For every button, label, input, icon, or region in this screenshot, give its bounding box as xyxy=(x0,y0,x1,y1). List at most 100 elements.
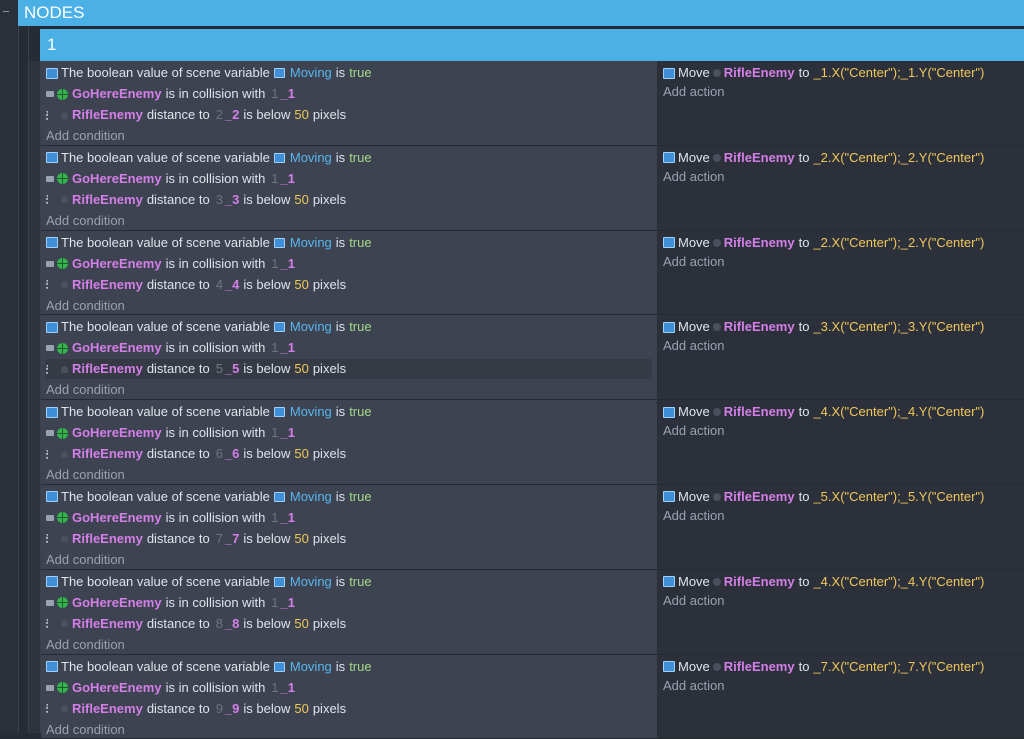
add-condition-button[interactable]: Add condition xyxy=(46,721,125,739)
object-name[interactable]: RifleEnemy xyxy=(724,64,795,82)
position-expression[interactable]: _2.X("Center");_2.Y("Center") xyxy=(813,149,984,167)
target-name[interactable]: _1 xyxy=(281,255,295,273)
condition-collision[interactable]: GoHereEnemy is in collision with 1 _1 xyxy=(46,594,295,612)
target-name[interactable]: _1 xyxy=(281,170,295,188)
target-name[interactable]: _1 xyxy=(281,594,295,612)
object-name[interactable]: RifleEnemy xyxy=(724,488,795,506)
boolean-value[interactable]: true xyxy=(349,573,371,591)
target-name[interactable]: _2 xyxy=(225,106,239,124)
position-expression[interactable]: _1.X("Center");_1.Y("Center") xyxy=(813,64,984,82)
condition-variable[interactable]: The boolean value of scene variable Movi… xyxy=(46,234,372,252)
variable-name[interactable]: Moving xyxy=(290,403,332,421)
add-action-button[interactable]: Add action xyxy=(663,592,724,610)
position-expression[interactable]: _3.X("Center");_3.Y("Center") xyxy=(813,318,984,336)
position-expression[interactable]: _4.X("Center");_4.Y("Center") xyxy=(813,573,984,591)
condition-distance[interactable]: RifleEnemy distance to 7 _7 is below 50 … xyxy=(46,530,346,548)
section-header[interactable]: NODES xyxy=(18,0,1024,26)
condition-distance[interactable]: RifleEnemy distance to 8 _8 is below 50 … xyxy=(46,615,346,633)
object-name[interactable]: GoHereEnemy xyxy=(72,509,162,527)
object-name[interactable]: RifleEnemy xyxy=(72,360,143,378)
condition-distance[interactable]: RifleEnemy distance to 9 _9 is below 50 … xyxy=(46,700,346,718)
target-name[interactable]: _1 xyxy=(281,339,295,357)
action-move[interactable]: Move RifleEnemy to _1.X("Center");_1.Y("… xyxy=(663,64,984,82)
action-move[interactable]: Move RifleEnemy to _5.X("Center");_5.Y("… xyxy=(663,488,984,506)
boolean-value[interactable]: true xyxy=(349,403,371,421)
variable-name[interactable]: Moving xyxy=(290,573,332,591)
variable-name[interactable]: Moving xyxy=(290,234,332,252)
variable-name[interactable]: Moving xyxy=(290,149,332,167)
variable-name[interactable]: Moving xyxy=(290,658,332,676)
position-expression[interactable]: _5.X("Center");_5.Y("Center") xyxy=(813,488,984,506)
object-name[interactable]: RifleEnemy xyxy=(72,106,143,124)
distance-value[interactable]: 50 xyxy=(294,106,308,124)
target-name[interactable]: _6 xyxy=(225,445,239,463)
boolean-value[interactable]: true xyxy=(349,64,371,82)
boolean-value[interactable]: true xyxy=(349,234,371,252)
condition-collision[interactable]: GoHereEnemy is in collision with 1 _1 xyxy=(46,339,295,357)
target-name[interactable]: _1 xyxy=(281,85,295,103)
object-name[interactable]: GoHereEnemy xyxy=(72,85,162,103)
condition-distance[interactable]: RifleEnemy distance to 3 _3 is below 50 … xyxy=(46,191,346,209)
position-expression[interactable]: _4.X("Center");_4.Y("Center") xyxy=(813,403,984,421)
action-move[interactable]: Move RifleEnemy to _4.X("Center");_4.Y("… xyxy=(663,573,984,591)
add-condition-button[interactable]: Add condition xyxy=(46,212,125,230)
condition-distance[interactable]: RifleEnemy distance to 5 _5 is below 50 … xyxy=(46,360,346,378)
condition-variable[interactable]: The boolean value of scene variable Movi… xyxy=(46,318,372,336)
target-name[interactable]: _9 xyxy=(225,700,239,718)
add-action-button[interactable]: Add action xyxy=(663,83,724,101)
object-name[interactable]: GoHereEnemy xyxy=(72,594,162,612)
position-expression[interactable]: _2.X("Center");_2.Y("Center") xyxy=(813,234,984,252)
boolean-value[interactable]: true xyxy=(349,318,371,336)
condition-collision[interactable]: GoHereEnemy is in collision with 1 _1 xyxy=(46,170,295,188)
object-name[interactable]: RifleEnemy xyxy=(724,403,795,421)
object-name[interactable]: GoHereEnemy xyxy=(72,255,162,273)
distance-value[interactable]: 50 xyxy=(294,700,308,718)
object-name[interactable]: RifleEnemy xyxy=(72,700,143,718)
distance-value[interactable]: 50 xyxy=(294,360,308,378)
action-move[interactable]: Move RifleEnemy to _7.X("Center");_7.Y("… xyxy=(663,658,984,676)
target-name[interactable]: _3 xyxy=(225,191,239,209)
condition-distance[interactable]: RifleEnemy distance to 6 _6 is below 50 … xyxy=(46,445,346,463)
add-condition-button[interactable]: Add condition xyxy=(46,466,125,484)
group-header[interactable]: 1 xyxy=(40,29,1024,61)
condition-variable[interactable]: The boolean value of scene variable Movi… xyxy=(46,403,372,421)
object-name[interactable]: RifleEnemy xyxy=(72,445,143,463)
distance-value[interactable]: 50 xyxy=(294,276,308,294)
add-action-button[interactable]: Add action xyxy=(663,422,724,440)
distance-value[interactable]: 50 xyxy=(294,445,308,463)
condition-variable[interactable]: The boolean value of scene variable Movi… xyxy=(46,149,372,167)
target-name[interactable]: _7 xyxy=(225,530,239,548)
condition-collision[interactable]: GoHereEnemy is in collision with 1 _1 xyxy=(46,255,295,273)
action-move[interactable]: Move RifleEnemy to _4.X("Center");_4.Y("… xyxy=(663,403,984,421)
object-name[interactable]: GoHereEnemy xyxy=(72,424,162,442)
event-row[interactable]: The boolean value of scene variable Movi… xyxy=(41,61,1024,146)
condition-collision[interactable]: GoHereEnemy is in collision with 1 _1 xyxy=(46,85,295,103)
event-row[interactable]: The boolean value of scene variable Movi… xyxy=(41,315,1024,401)
event-row[interactable]: The boolean value of scene variable Movi… xyxy=(41,484,1024,570)
action-move[interactable]: Move RifleEnemy to _3.X("Center");_3.Y("… xyxy=(663,318,984,336)
object-name[interactable]: GoHereEnemy xyxy=(72,339,162,357)
variable-name[interactable]: Moving xyxy=(290,318,332,336)
target-name[interactable]: _1 xyxy=(281,679,295,697)
condition-distance[interactable]: RifleEnemy distance to 2 _2 is below 50 … xyxy=(46,106,346,124)
add-action-button[interactable]: Add action xyxy=(663,253,724,271)
target-name[interactable]: _4 xyxy=(225,276,239,294)
object-name[interactable]: RifleEnemy xyxy=(72,276,143,294)
collapse-icon[interactable] xyxy=(3,11,9,12)
event-row[interactable]: The boolean value of scene variable Movi… xyxy=(41,145,1024,231)
event-row[interactable]: The boolean value of scene variable Movi… xyxy=(41,569,1024,655)
object-name[interactable]: RifleEnemy xyxy=(724,149,795,167)
add-action-button[interactable]: Add action xyxy=(663,168,724,186)
add-condition-button[interactable]: Add condition xyxy=(46,551,125,569)
object-name[interactable]: RifleEnemy xyxy=(724,234,795,252)
variable-name[interactable]: Moving xyxy=(290,488,332,506)
object-name[interactable]: RifleEnemy xyxy=(72,530,143,548)
add-condition-button[interactable]: Add condition xyxy=(46,381,125,399)
boolean-value[interactable]: true xyxy=(349,488,371,506)
target-name[interactable]: _1 xyxy=(281,424,295,442)
action-move[interactable]: Move RifleEnemy to _2.X("Center");_2.Y("… xyxy=(663,149,984,167)
target-name[interactable]: _8 xyxy=(225,615,239,633)
object-name[interactable]: GoHereEnemy xyxy=(72,170,162,188)
variable-name[interactable]: Moving xyxy=(290,64,332,82)
distance-value[interactable]: 50 xyxy=(294,191,308,209)
